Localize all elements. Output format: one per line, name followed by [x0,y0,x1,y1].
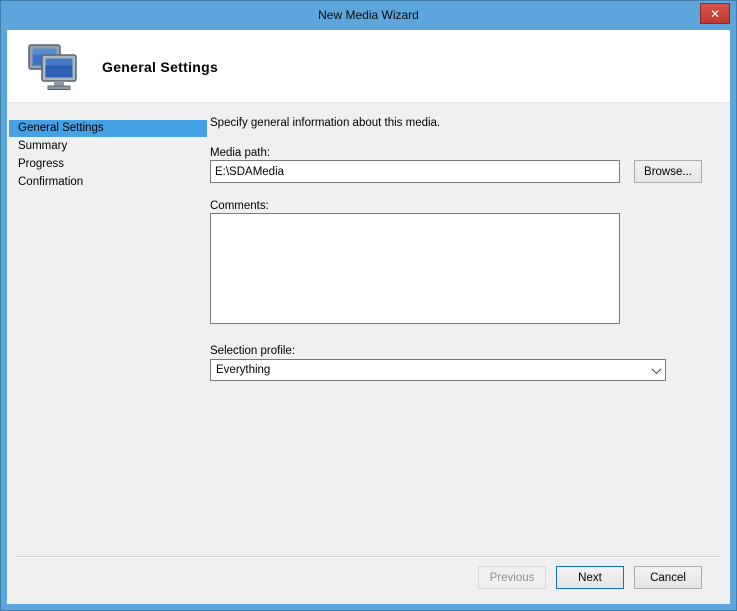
cancel-button[interactable]: Cancel [634,566,702,589]
selection-profile-value: Everything [216,360,270,380]
close-icon: ✕ [710,8,720,20]
media-path-label: Media path: [210,147,270,159]
footer-separator [17,556,720,558]
sidebar-item-confirmation[interactable]: Confirmation [9,174,207,191]
media-path-input[interactable] [210,160,620,183]
titlebar[interactable]: New Media Wizard ✕ [0,0,737,30]
selection-profile-label: Selection profile: [210,345,295,357]
chevron-down-icon [647,360,665,380]
dialog-body: General Settings General Settings Summar… [7,30,730,604]
page-description: Specify general information about this m… [210,117,440,129]
new-media-wizard-window: New Media Wizard ✕ General Settings Gene… [0,0,737,611]
close-button[interactable]: ✕ [700,3,730,24]
sidebar-item-general-settings[interactable]: General Settings [9,120,207,137]
comments-textarea[interactable] [210,213,620,324]
selection-profile-dropdown[interactable]: Everything [210,359,666,381]
next-button[interactable]: Next [556,566,624,589]
wizard-page-content: Specify general information about this m… [210,30,730,604]
comments-label: Comments: [210,200,269,212]
previous-button: Previous [478,566,546,589]
sidebar-item-summary[interactable]: Summary [9,138,207,155]
browse-button[interactable]: Browse... [634,160,702,183]
sidebar-item-progress[interactable]: Progress [9,156,207,173]
page-title: General Settings [102,30,218,103]
computer-monitors-icon [27,43,79,91]
wizard-step-list: General Settings Summary Progress Confir… [9,120,207,192]
window-title: New Media Wizard [0,0,737,30]
